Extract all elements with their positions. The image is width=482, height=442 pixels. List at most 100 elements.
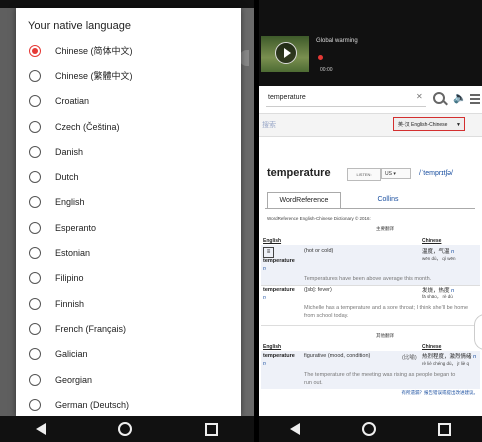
native-language-dialog: Your native language Chinese (简体中文) Chine… — [16, 8, 241, 416]
recents-icon[interactable] — [438, 422, 451, 436]
language-option[interactable]: Esperanto — [16, 215, 241, 240]
language-label: Filipino — [55, 273, 84, 284]
back-icon[interactable] — [36, 423, 47, 435]
audio-icon[interactable]: ≡ — [263, 247, 274, 258]
language-label: Georgian — [55, 374, 93, 385]
entry-chinese: 温度，气温 n — [422, 247, 454, 255]
tab-collins[interactable]: Collins — [353, 192, 423, 208]
accent-value: US — [385, 171, 392, 177]
dictionary-language-value: 英-汉 English-Chinese — [398, 122, 448, 128]
language-label: German (Deutsch) — [55, 399, 130, 410]
right-phone-screen: Global warming 00:00 temperature ✕ 🔈 搜索 … — [259, 0, 482, 442]
radio-button[interactable] — [29, 272, 41, 285]
column-chinese: Chinese — [422, 344, 442, 350]
language-option[interactable]: Georgian — [16, 367, 241, 392]
dictionary-search-bar: 搜索 英-汉 English-Chinese ▼ — [259, 113, 482, 137]
entry-pinyin: rè liè chéng dù， jī liè q — [422, 361, 470, 366]
language-option[interactable]: Galician — [16, 342, 241, 367]
section-other-translations: 其他翻译 — [376, 333, 394, 338]
entry-word: temperature — [263, 353, 295, 359]
video-player[interactable]: Global warming 00:00 — [259, 8, 482, 86]
section-main-translations: 主要翻译 — [376, 226, 394, 231]
column-english: English — [263, 344, 282, 350]
dictionary-search-input[interactable]: 搜索 — [262, 120, 276, 130]
tab-wordreference[interactable]: WordReference — [267, 192, 341, 209]
menu-icon[interactable] — [470, 92, 482, 104]
language-option[interactable]: Chinese (简体中文) — [16, 38, 241, 63]
status-bar — [0, 0, 254, 8]
search-icon[interactable] — [433, 92, 445, 104]
entry-chinese-pos: n — [451, 249, 455, 255]
row-divider — [261, 325, 480, 326]
language-option[interactable]: French (Français) — [16, 316, 241, 341]
dictionary-tabs: WordReference Collins — [265, 192, 475, 209]
radio-button[interactable] — [29, 322, 41, 335]
entry-chinese: 热烈程度，激烈情绪 n — [422, 352, 476, 360]
language-option[interactable]: Dutch — [16, 164, 241, 189]
accent-select[interactable]: US ▾ — [381, 168, 411, 179]
radio-button[interactable] — [29, 69, 41, 82]
radio-button[interactable] — [29, 247, 41, 260]
radio-button[interactable] — [29, 373, 41, 386]
radio-button[interactable] — [29, 348, 41, 361]
search-underline — [266, 106, 426, 107]
play-icon[interactable] — [275, 42, 297, 64]
language-label: Finnish — [55, 298, 85, 309]
language-option[interactable]: Filipino — [16, 266, 241, 291]
entry-pinyin: wēn dù， qì wēn — [422, 256, 456, 261]
language-option[interactable]: Croatian — [16, 89, 241, 114]
language-option[interactable]: Chinese (繁體中文) — [16, 63, 241, 88]
language-label: Danish — [55, 146, 84, 157]
dictionary-language-select[interactable]: 英-汉 English-Chinese ▼ — [393, 117, 465, 131]
radio-button[interactable] — [29, 44, 41, 57]
recents-icon[interactable] — [204, 422, 218, 436]
language-option[interactable]: German (Deutsch) — [16, 392, 241, 416]
language-label: Chinese (简体中文) — [55, 46, 133, 57]
entry-pinyin: fā shāo， rè dù — [422, 294, 453, 299]
headword: temperature — [267, 167, 331, 179]
background-app-right — [241, 8, 254, 416]
suggestion-link[interactable]: 有所遗漏？报告错误或提出改进建议。 — [402, 390, 479, 396]
language-label: Chinese (繁體中文) — [55, 71, 133, 82]
language-label: Croatian — [55, 96, 90, 107]
side-handle[interactable] — [474, 314, 482, 350]
video-thumbnail[interactable] — [261, 36, 309, 72]
radio-button[interactable] — [29, 95, 41, 108]
video-title: Global warming — [316, 38, 358, 44]
radio-button[interactable] — [29, 221, 41, 234]
search-bar: temperature ✕ 🔈 — [259, 86, 482, 112]
clear-icon[interactable]: ✕ — [416, 92, 423, 101]
entry-example: The temperature of the meeting was risin… — [304, 372, 456, 386]
radio-button[interactable] — [29, 145, 41, 158]
entry-chinese: 发烧，热度 n — [422, 286, 454, 294]
entry-definition: (hot or cold) — [304, 248, 334, 254]
language-label: English — [55, 197, 85, 208]
entry-pos: n — [263, 361, 266, 367]
language-label: Galician — [55, 349, 88, 360]
background-app — [0, 8, 16, 416]
home-icon[interactable] — [362, 422, 376, 436]
entry-pos: n — [263, 266, 266, 272]
speaker-icon[interactable]: 🔈 — [453, 92, 467, 104]
nav-bar — [259, 416, 482, 442]
back-icon[interactable] — [290, 423, 300, 435]
column-chinese: Chinese — [422, 238, 442, 244]
search-input[interactable]: temperature — [268, 94, 306, 101]
language-label: French (Français) — [55, 323, 127, 334]
radio-button[interactable] — [29, 196, 41, 209]
radio-button[interactable] — [29, 171, 41, 184]
language-option[interactable]: Finnish — [16, 291, 241, 316]
radio-button[interactable] — [29, 398, 41, 411]
language-label: Estonian — [55, 248, 91, 259]
home-icon[interactable] — [118, 422, 133, 436]
entry-word: temperature — [263, 258, 295, 264]
language-option[interactable]: Czech (Čeština) — [16, 114, 241, 139]
video-time: 00:00 — [320, 67, 333, 73]
entry-example: Michelle has a temperature and a sore th… — [304, 305, 469, 319]
language-option[interactable]: Estonian — [16, 240, 241, 265]
language-option[interactable]: Danish — [16, 139, 241, 164]
radio-button[interactable] — [29, 120, 41, 133]
language-option[interactable]: English — [16, 190, 241, 215]
radio-button[interactable] — [29, 297, 41, 310]
language-label: Czech (Čeština) — [55, 121, 120, 132]
